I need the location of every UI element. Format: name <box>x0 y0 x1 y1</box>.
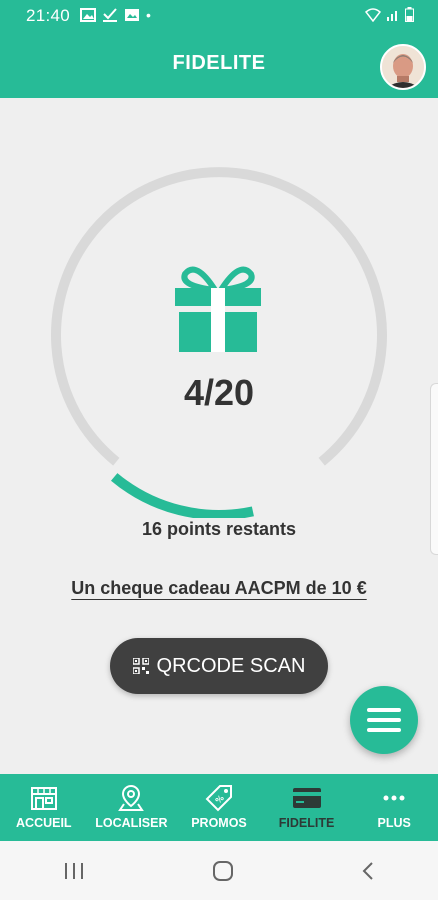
qrcode-icon <box>132 658 149 674</box>
notification-icons: • <box>80 7 151 23</box>
nav-item-fidelite[interactable]: FIDELITE <box>263 774 351 841</box>
back-icon[interactable] <box>361 861 375 881</box>
credit-card-icon <box>292 788 321 808</box>
hamburger-icon <box>367 708 401 732</box>
nav-item-plus[interactable]: PLUS <box>350 774 438 841</box>
qrcode-scan-button[interactable]: QRCODE SCAN <box>110 638 328 694</box>
nav-item-promos[interactable]: % PROMOS <box>175 774 263 841</box>
nav-label-plus: PLUS <box>377 816 411 830</box>
more-dots-icon <box>383 795 405 801</box>
points-progress: 4/20 <box>183 372 255 413</box>
recent-apps-icon[interactable] <box>63 862 85 880</box>
qrcode-scan-label: QRCODE SCAN <box>156 654 306 677</box>
page-title: FIDELITE <box>172 52 266 74</box>
price-tag-icon: % <box>205 785 232 812</box>
home-icon[interactable] <box>212 860 234 882</box>
nav-label-fidelite: FIDELITE <box>278 816 335 830</box>
bottom-nav: ACCUEIL LOCALISER % PROMOS FIDELITE PLUS <box>0 774 438 841</box>
user-photo-icon <box>382 46 424 88</box>
gift-icon <box>175 266 261 352</box>
task-done-icon <box>103 8 117 22</box>
map-pin-icon <box>118 784 145 811</box>
profile-avatar[interactable] <box>380 44 426 90</box>
storefront-icon <box>30 787 57 810</box>
system-nav-bar <box>0 841 438 900</box>
wifi-icon <box>365 7 381 22</box>
edge-panel-handle[interactable] <box>430 383 438 555</box>
status-bar: 21:40 • <box>0 0 438 32</box>
loyalty-gauge <box>51 167 387 518</box>
nav-item-accueil[interactable]: ACCUEIL <box>0 774 88 841</box>
nav-label-accueil: ACCUEIL <box>16 816 72 830</box>
signal-icon <box>387 10 397 21</box>
gauge-progress <box>110 473 254 518</box>
image-notification-icon <box>80 8 96 22</box>
battery-icon <box>405 7 414 22</box>
more-notifications-dot: • <box>146 7 151 23</box>
gallery-notification-icon <box>125 9 139 21</box>
reward-link[interactable]: Un cheque cadeau AACPM de 10 € <box>0 578 438 599</box>
menu-fab[interactable] <box>350 686 418 754</box>
remaining-points: 16 points restants <box>141 519 297 539</box>
nav-label-promos: PROMOS <box>191 816 247 830</box>
nav-item-localiser[interactable]: LOCALISER <box>88 774 176 841</box>
system-status-icons <box>365 7 414 22</box>
nav-label-localiser: LOCALISER <box>95 816 168 830</box>
status-time: 21:40 <box>26 6 71 25</box>
app-bar: FIDELITE <box>0 32 438 98</box>
